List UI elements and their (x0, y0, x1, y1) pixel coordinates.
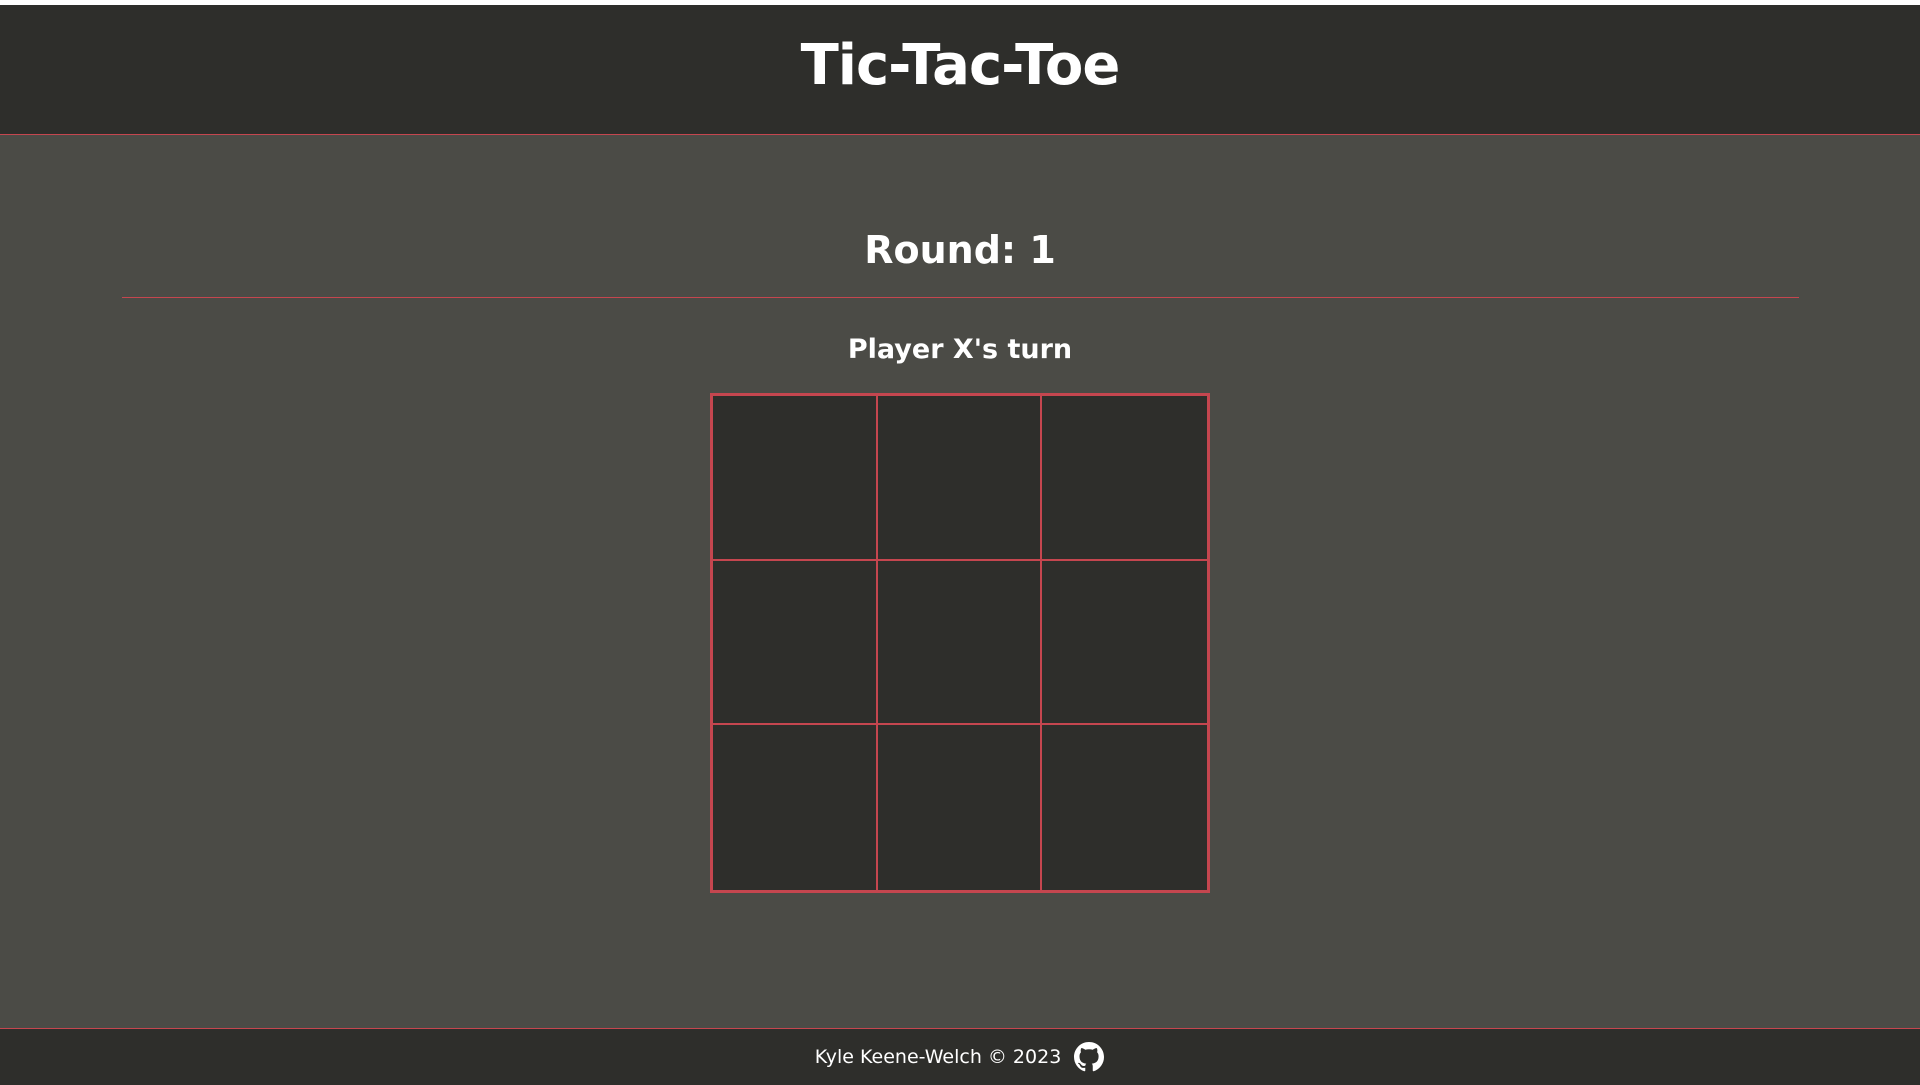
board-cell-3-3[interactable] (1042, 725, 1207, 890)
footer-credit: Kyle Keene-Welch © 2023 (814, 1046, 1062, 1068)
site-footer: Kyle Keene-Welch © 2023 (0, 1028, 1920, 1085)
board-cell-3-2[interactable] (877, 725, 1043, 890)
divider (122, 297, 1799, 298)
page-title: Tic-Tac-Toe (800, 33, 1121, 98)
board-cell-2-3[interactable] (1042, 560, 1207, 726)
turn-indicator: Player X's turn (847, 334, 1073, 365)
board-cell-2-2[interactable] (877, 560, 1043, 726)
game-board (710, 393, 1210, 893)
page: Tic-Tac-Toe Round: 1 Player X's turn Kyl… (0, 5, 1920, 1085)
board-cell-1-2[interactable] (877, 396, 1043, 561)
board-cell-1-1[interactable] (713, 396, 878, 561)
round-counter: Round: 1 (864, 228, 1056, 272)
board-cell-1-3[interactable] (1042, 396, 1207, 561)
github-link[interactable] (1073, 1041, 1105, 1073)
board-cell-3-1[interactable] (713, 725, 878, 890)
site-header: Tic-Tac-Toe (0, 5, 1920, 135)
board-cell-2-1[interactable] (713, 560, 878, 726)
github-icon (1074, 1042, 1105, 1072)
